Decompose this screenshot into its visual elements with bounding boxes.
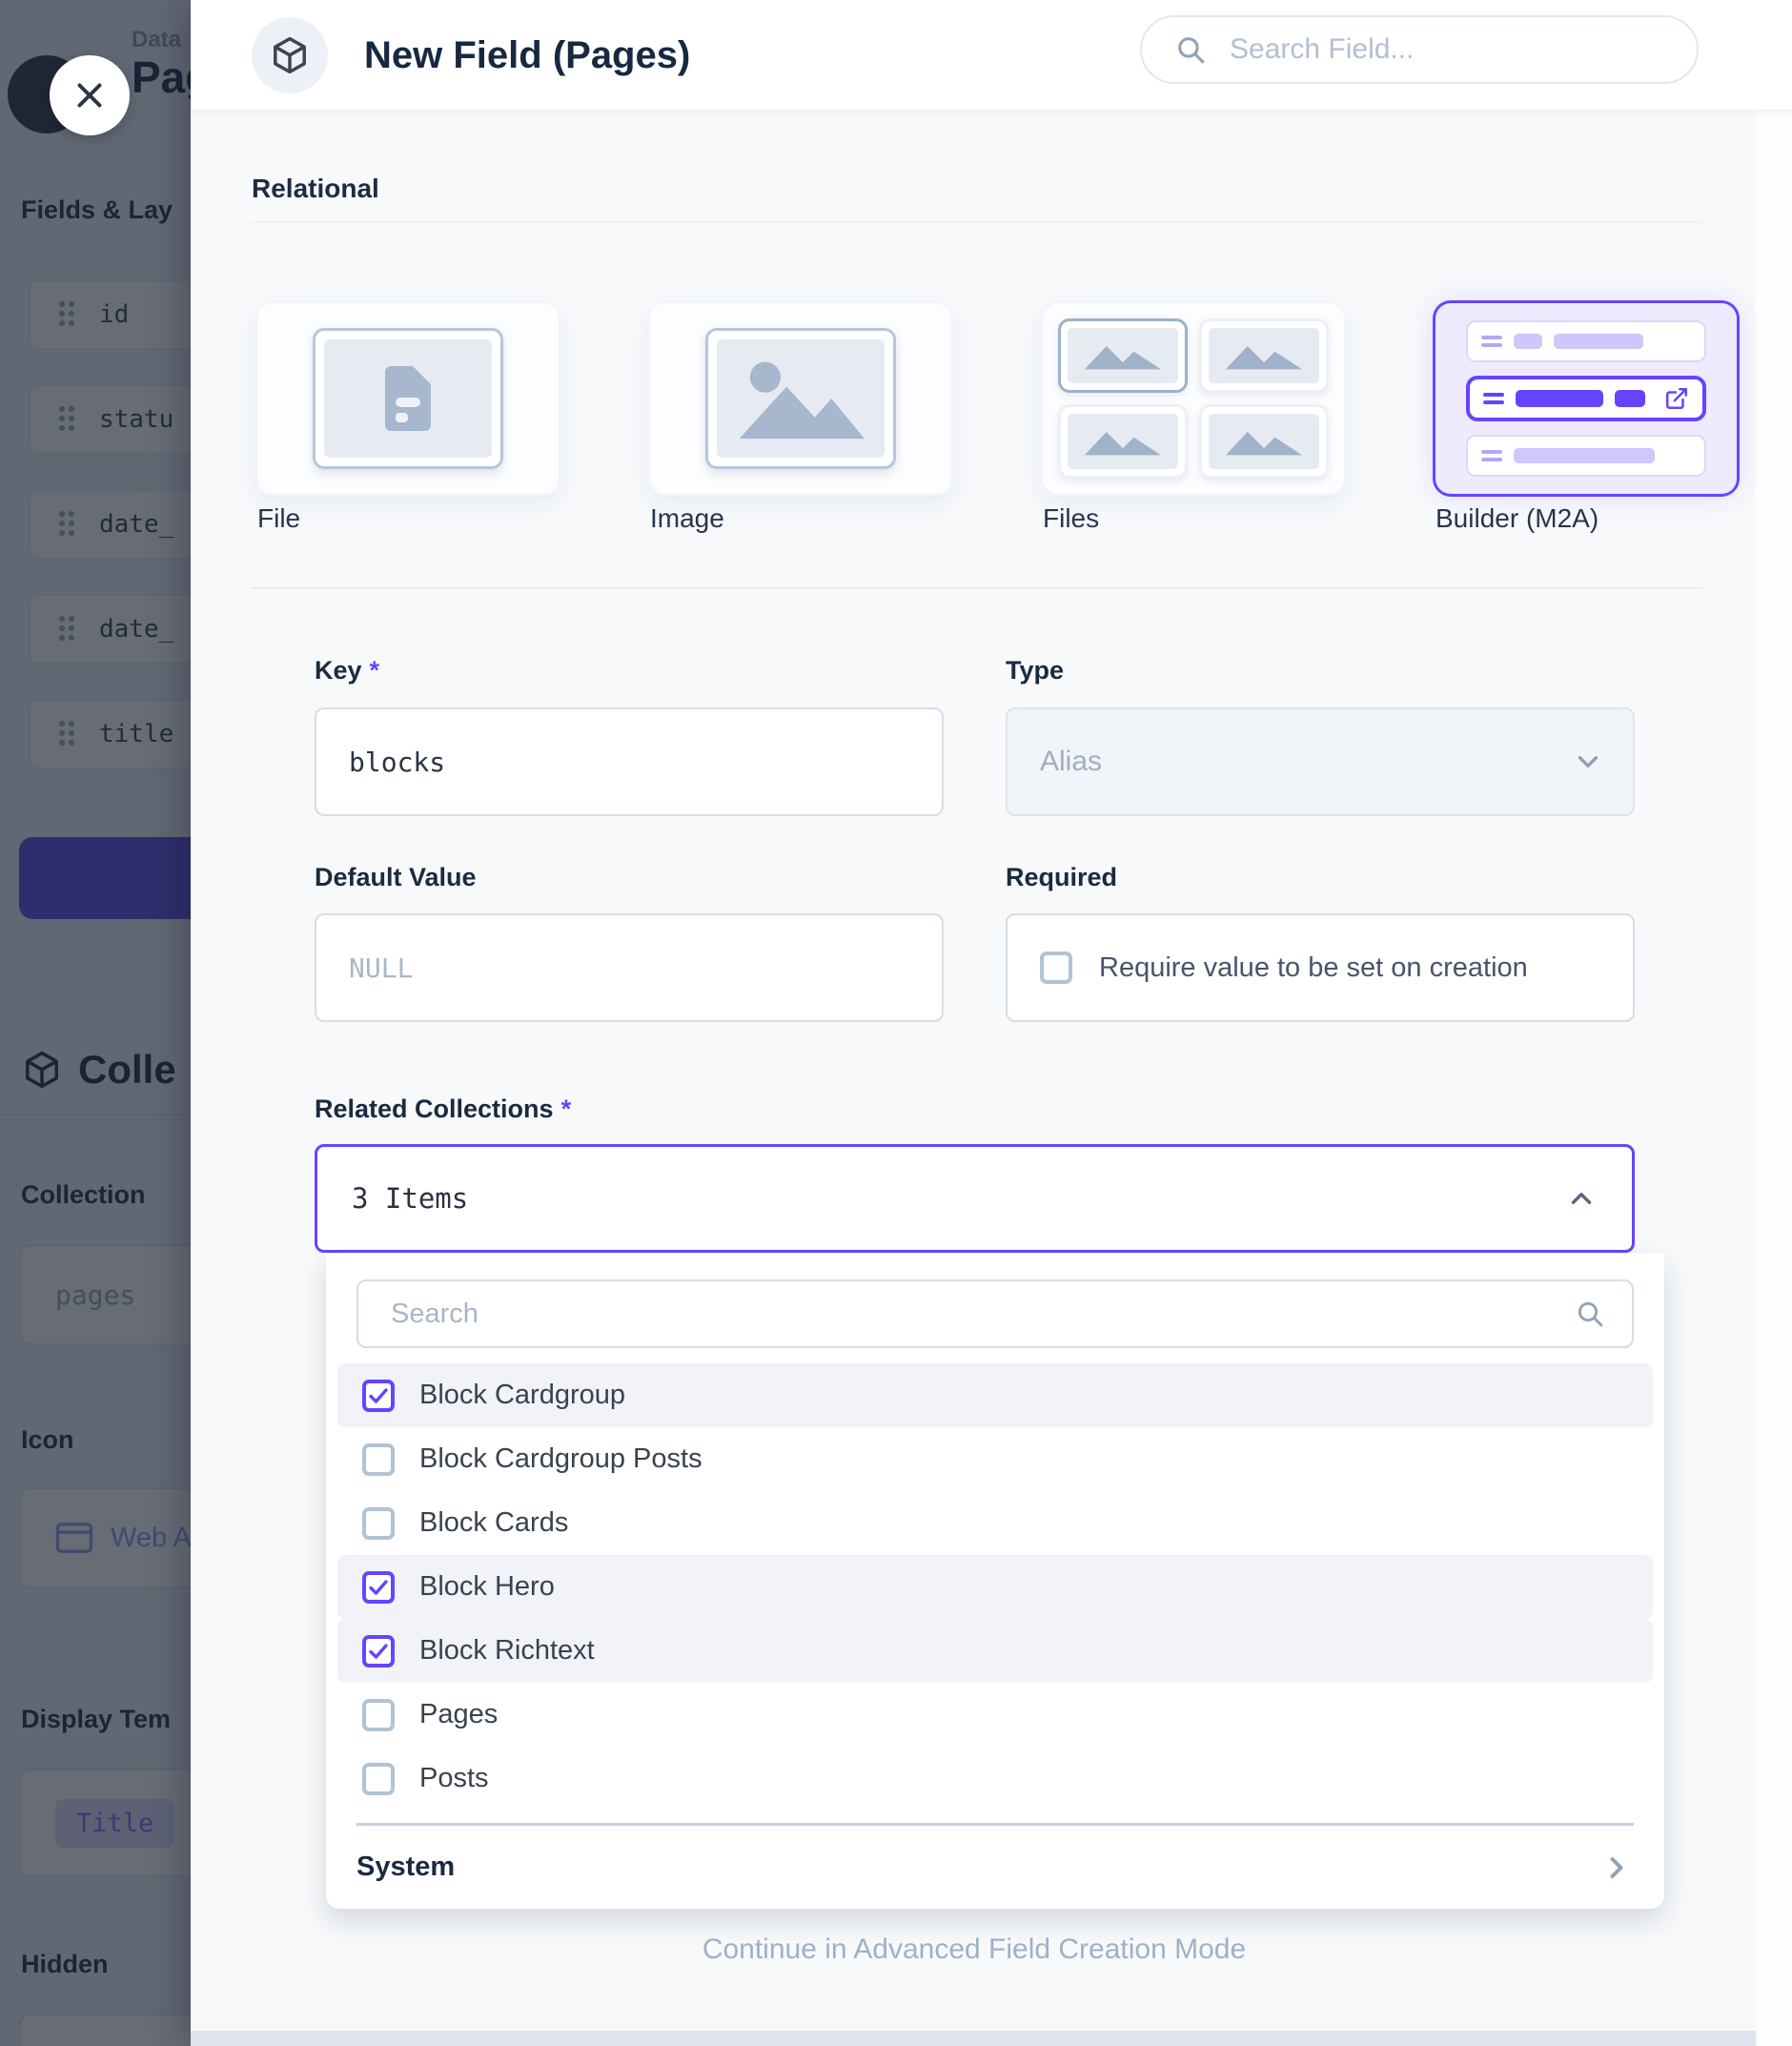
close-drawer-button[interactable]: [50, 55, 130, 135]
related-collections-select[interactable]: 3 Items: [315, 1144, 1635, 1253]
close-icon: [72, 78, 107, 113]
builder-illustration: [1436, 303, 1737, 494]
checkbox-icon[interactable]: [362, 1380, 395, 1412]
field-search[interactable]: [1140, 15, 1699, 84]
key-input[interactable]: [316, 709, 942, 814]
checkbox-icon[interactable]: [362, 1635, 395, 1667]
checkbox-icon[interactable]: [362, 1507, 395, 1540]
drawer-title: New Field (Pages): [364, 0, 690, 111]
option-pages[interactable]: Pages: [337, 1683, 1653, 1747]
option-block-richtext[interactable]: Block Richtext: [337, 1619, 1653, 1683]
checkbox-icon[interactable]: [362, 1443, 395, 1476]
card-label-files: Files: [1043, 503, 1099, 534]
divider: [252, 587, 1702, 589]
file-illustration: [313, 328, 503, 469]
row-handle-icon: [1481, 450, 1502, 461]
menu-search[interactable]: [356, 1279, 1634, 1348]
chevron-right-icon: [1599, 1851, 1634, 1885]
default-value-input[interactable]: [316, 915, 942, 1020]
checkbox-icon[interactable]: [362, 1763, 395, 1795]
card-files[interactable]: [1043, 303, 1344, 494]
image-illustration: [705, 328, 896, 469]
default-value-field: [315, 913, 944, 1022]
scrollbar-gutter: [1756, 111, 1792, 2046]
required-label: Required: [1006, 863, 1117, 892]
field-type-avatar: [252, 17, 328, 93]
row-handle-icon: [1481, 336, 1502, 347]
checkbox-icon[interactable]: [1040, 951, 1072, 984]
type-label: Type: [1006, 656, 1064, 685]
card-file[interactable]: [257, 303, 559, 494]
required-checkbox-label: Require value to be set on creation: [1099, 952, 1528, 984]
search-icon: [1575, 1299, 1605, 1329]
menu-search-input[interactable]: [358, 1281, 1575, 1346]
row-handle-icon: [1483, 393, 1504, 404]
option-posts[interactable]: Posts: [337, 1747, 1653, 1811]
required-checkbox-row[interactable]: Require value to be set on creation: [1006, 913, 1635, 1022]
card-label-image: Image: [650, 503, 724, 534]
option-block-cardgroup[interactable]: Block Cardgroup: [337, 1363, 1653, 1427]
related-collections-label: Related Collections*: [315, 1095, 571, 1124]
required-marker: *: [370, 656, 380, 685]
key-field: [315, 707, 944, 816]
divider: [252, 221, 1702, 223]
document-icon: [381, 363, 435, 434]
new-field-drawer: New Field (Pages) Relational: [191, 0, 1792, 2046]
system-group-row[interactable]: System: [356, 1826, 1634, 1909]
type-select[interactable]: Alias: [1006, 707, 1635, 816]
default-value-label: Default Value: [315, 863, 477, 892]
image-icon: [729, 349, 872, 448]
checkbox-icon[interactable]: [362, 1699, 395, 1731]
drawer-footer-edge: [191, 2031, 1756, 2046]
section-label: Relational: [252, 174, 379, 204]
option-block-cardgroup-posts[interactable]: Block Cardgroup Posts: [337, 1427, 1653, 1491]
checkbox-icon[interactable]: [362, 1571, 395, 1604]
key-label: Key*: [315, 656, 379, 685]
files-illustration: [1058, 318, 1329, 479]
card-image[interactable]: [650, 303, 951, 494]
option-block-hero[interactable]: Block Hero: [337, 1555, 1653, 1619]
chevron-down-icon: [1572, 746, 1604, 778]
drawer-header: New Field (Pages): [191, 0, 1792, 111]
related-collections-menu: Block Cardgroup Block Cardgroup Posts Bl…: [326, 1253, 1664, 1909]
external-link-icon: [1664, 386, 1689, 411]
collection-option-list: Block Cardgroup Block Cardgroup Posts Bl…: [337, 1363, 1653, 1811]
advanced-mode-link[interactable]: Continue in Advanced Field Creation Mode: [191, 1933, 1758, 1966]
required-marker: *: [561, 1095, 572, 1123]
modal-backdrop-overlay: [0, 0, 191, 2046]
chevron-up-icon: [1565, 1182, 1598, 1215]
option-block-cards[interactable]: Block Cards: [337, 1491, 1653, 1555]
screen: Data Pag Fields & Lay id statu date_ dat…: [0, 0, 1792, 2046]
card-label-builder: Builder (M2A): [1436, 503, 1599, 534]
card-builder-m2a[interactable]: [1436, 303, 1737, 494]
box-icon: [269, 34, 311, 76]
card-label-file: File: [257, 503, 300, 534]
field-search-input[interactable]: [1230, 33, 1664, 66]
search-icon: [1174, 33, 1207, 66]
